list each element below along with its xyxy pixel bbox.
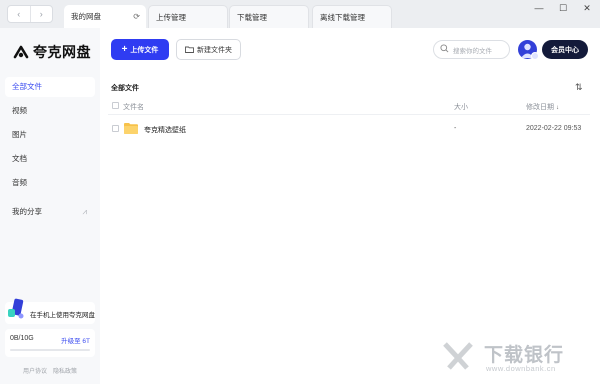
mobile-promo[interactable]: 在手机上使用夸克网盘 (5, 298, 95, 324)
user-agreement-link[interactable]: 用户协议 (23, 366, 47, 375)
app-name: 夸克网盘 (33, 44, 91, 60)
footer-links: 用户协议 隐私政策 (23, 366, 77, 375)
back-button[interactable]: ‹ (8, 6, 30, 22)
page-title: 全部文件 (111, 85, 139, 92)
tab-offline-download[interactable]: 离线下载管理 (312, 5, 392, 28)
column-header-size[interactable]: 大小 (454, 102, 468, 112)
plus-icon: + (121, 43, 128, 55)
refresh-icon[interactable]: ⟳ (133, 5, 140, 28)
column-header-modified-label: 修改日期 (526, 104, 554, 111)
folder-outline-icon (185, 46, 194, 53)
app-logo: 夸克网盘 (12, 42, 91, 62)
share-icon: ⩘ (82, 207, 87, 216)
sidebar-item-label: 全部文件 (12, 82, 42, 91)
sidebar-item-audio[interactable]: 音频 (5, 173, 95, 193)
avatar-badge (531, 52, 539, 60)
sidebar-item-label: 图片 (12, 130, 27, 139)
column-header-name[interactable]: 文件名 (123, 102, 144, 112)
search-input[interactable]: 搜索你的文件 (433, 40, 510, 59)
file-size: - (454, 125, 457, 132)
tab-my-drive[interactable]: 我的网盘 ⟳ (64, 5, 146, 28)
upload-button[interactable]: + 上传文件 (111, 39, 169, 60)
phone-promo-icon (8, 298, 24, 319)
privacy-policy-link[interactable]: 隐私政策 (53, 366, 77, 375)
header-divider (108, 114, 590, 115)
cloud-logo-icon (13, 45, 29, 59)
row-checkbox[interactable] (112, 125, 119, 132)
file-modified: 2022-02-22 09:53 (526, 125, 582, 132)
sidebar-item-label: 文档 (12, 154, 27, 163)
watermark-logo-icon (443, 342, 473, 370)
new-folder-button[interactable]: 新建文件夹 (176, 39, 241, 60)
sort-icon[interactable]: ⇅ (575, 82, 583, 93)
tab-download-manager[interactable]: 下载管理 (229, 5, 309, 28)
tab-label: 离线下载管理 (320, 13, 365, 22)
forward-button[interactable]: › (29, 6, 53, 22)
sidebar-item-label: 我的分享 (12, 207, 42, 216)
sidebar: 夸克网盘 全部文件 视频 图片 文档 音频 我的分享 ⩘ 在手机上使用夸克网盘 … (0, 28, 100, 384)
upload-label: 上传文件 (130, 46, 159, 54)
maximize-button[interactable]: ☐ (551, 0, 575, 16)
new-folder-label: 新建文件夹 (197, 46, 232, 54)
promo-text: 在手机上使用夸克网盘 (30, 312, 95, 319)
storage-bar (10, 349, 90, 351)
file-name[interactable]: 夸克精选壁纸 (144, 125, 186, 135)
tab-label: 下载管理 (237, 13, 267, 22)
storage-panel: 0B/10G 升级至 6T (5, 329, 95, 357)
sidebar-item-documents[interactable]: 文档 (5, 149, 95, 169)
folder-icon (124, 123, 138, 134)
sidebar-item-label: 视频 (12, 106, 27, 115)
sidebar-item-my-shares[interactable]: 我的分享 ⩘ (5, 202, 95, 222)
watermark-url: www.downbank.cn (486, 364, 556, 373)
title-bar: ‹ › 我的网盘 ⟳ 上传管理 下载管理 离线下载管理 — ☐ ✕ (0, 0, 600, 28)
tab-label: 我的网盘 (71, 12, 101, 21)
tab-upload-manager[interactable]: 上传管理 (148, 5, 228, 28)
upgrade-link[interactable]: 升级至 6T (61, 335, 90, 345)
storage-used: 0B/10G (10, 335, 34, 342)
sidebar-item-label: 音频 (12, 178, 27, 187)
search-icon (440, 44, 449, 53)
sidebar-item-all-files[interactable]: 全部文件 (5, 77, 95, 97)
close-button[interactable]: ✕ (575, 0, 599, 16)
member-center-button[interactable]: 会员中心 (542, 40, 588, 59)
column-header-modified[interactable]: 修改日期 ↓ (526, 102, 559, 112)
select-all-checkbox[interactable] (112, 102, 119, 109)
sort-arrow-icon: ↓ (555, 105, 559, 111)
sidebar-item-video[interactable]: 视频 (5, 101, 95, 121)
minimize-button[interactable]: — (527, 0, 551, 16)
tab-label: 上传管理 (156, 13, 186, 22)
history-nav: ‹ › (7, 5, 53, 23)
watermark-text: 下载银行 (484, 345, 565, 366)
search-placeholder: 搜索你的文件 (453, 48, 492, 55)
sidebar-item-images[interactable]: 图片 (5, 125, 95, 145)
